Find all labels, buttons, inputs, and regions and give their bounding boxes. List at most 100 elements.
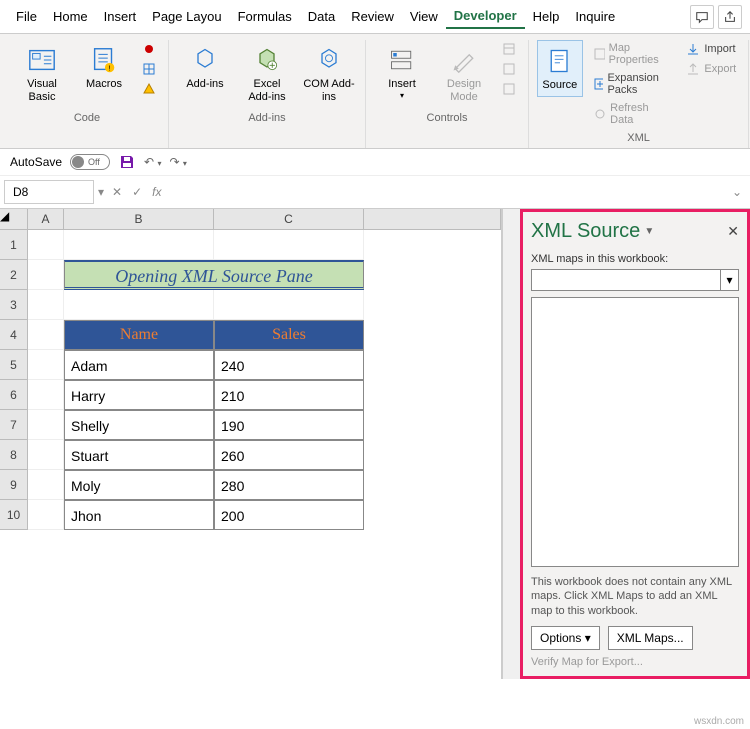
insert-control-button[interactable]: Insert▾ [374, 40, 430, 105]
refresh-data-button[interactable]: Refresh Data [589, 100, 677, 128]
pane-close-button[interactable]: ✕ [727, 223, 739, 240]
menu-review[interactable]: Review [343, 5, 402, 28]
redo-button[interactable]: ↷ ▾ [169, 155, 186, 169]
row-header[interactable]: 10 [0, 500, 28, 530]
properties-button[interactable] [498, 40, 520, 58]
row-headers: 1 2 3 4 5 6 7 8 9 10 [0, 230, 28, 530]
formula-bar[interactable] [170, 188, 724, 196]
row-header[interactable]: 7 [0, 410, 28, 440]
data-cell[interactable]: Shelly [64, 410, 214, 440]
visual-basic-label: Visual Basic [16, 78, 68, 104]
data-cell[interactable]: 280 [214, 470, 364, 500]
macro-security-button[interactable] [138, 80, 160, 98]
properties-icon [502, 42, 516, 56]
data-cell[interactable]: Moly [64, 470, 214, 500]
menu-inquire[interactable]: Inquire [567, 5, 623, 28]
header-sales[interactable]: Sales [214, 320, 364, 350]
share-button[interactable] [718, 5, 742, 29]
col-header-a[interactable]: A [28, 209, 64, 229]
menu-formulas[interactable]: Formulas [230, 5, 300, 28]
group-code: Visual Basic ! Macros Code [6, 40, 169, 148]
data-cell[interactable]: 190 [214, 410, 364, 440]
comments-button[interactable] [690, 5, 714, 29]
grid-icon [142, 62, 156, 76]
vertical-scrollbar[interactable] [502, 209, 520, 679]
expand-formula-button[interactable]: ⌄ [724, 185, 750, 199]
undo-button[interactable]: ↶ ▾ [144, 155, 161, 169]
design-mode-label: Design Mode [438, 78, 490, 104]
map-props-icon [593, 47, 605, 61]
xml-tree-list[interactable] [531, 297, 739, 567]
menu-home[interactable]: Home [45, 5, 96, 28]
title-cell[interactable]: Opening XML Source Pane [64, 260, 364, 290]
design-mode-button[interactable]: Design Mode [436, 40, 492, 108]
quick-access-toolbar: AutoSave Off ↶ ▾ ↷ ▾ [0, 149, 750, 176]
select-all-corner[interactable]: ◢ [0, 209, 28, 229]
view-code-button[interactable] [498, 60, 520, 78]
menu-view[interactable]: View [402, 5, 446, 28]
data-cell[interactable]: 240 [214, 350, 364, 380]
cells-grid[interactable]: Opening XML Source Pane NameSales Adam24… [28, 230, 501, 530]
export-button[interactable]: Export [682, 60, 740, 78]
autosave-toggle[interactable]: Off [70, 154, 110, 170]
excel-addins-button[interactable]: Excel Add-ins [239, 40, 295, 108]
enter-formula-button[interactable]: ✓ [132, 185, 142, 199]
data-cell[interactable]: Stuart [64, 440, 214, 470]
macros-icon: ! [89, 45, 119, 75]
pane-title: XML Source ▼ ✕ [531, 220, 739, 243]
options-button[interactable]: Options ▾ [531, 626, 600, 650]
svg-text:!: ! [109, 63, 111, 72]
row-header[interactable]: 4 [0, 320, 28, 350]
menu-help[interactable]: Help [525, 5, 568, 28]
col-header-b[interactable]: B [64, 209, 214, 229]
data-cell[interactable]: Adam [64, 350, 214, 380]
ribbon: Visual Basic ! Macros Code Add-ins Excel… [0, 34, 750, 149]
com-addins-button[interactable]: COM Add-ins [301, 40, 357, 108]
cancel-formula-button[interactable]: ✕ [112, 185, 122, 199]
xml-maps-select[interactable]: ▾ [531, 269, 739, 291]
col-header-rest[interactable] [364, 209, 501, 229]
import-button[interactable]: Import [682, 40, 740, 58]
macros-button[interactable]: ! Macros [76, 40, 132, 95]
group-xml-label: XML [537, 128, 740, 148]
menu-file[interactable]: File [8, 5, 45, 28]
insert-control-label: Insert [388, 78, 416, 91]
row-header[interactable]: 1 [0, 230, 28, 260]
pane-menu-button[interactable]: ▼ [644, 226, 654, 237]
row-header[interactable]: 5 [0, 350, 28, 380]
name-box[interactable]: D8 [4, 180, 94, 204]
data-cell[interactable]: 200 [214, 500, 364, 530]
col-header-c[interactable]: C [214, 209, 364, 229]
data-cell[interactable]: Harry [64, 380, 214, 410]
row-header[interactable]: 8 [0, 440, 28, 470]
record-macro-button[interactable] [138, 40, 160, 58]
menu-data[interactable]: Data [300, 5, 343, 28]
data-cell[interactable]: 260 [214, 440, 364, 470]
relative-ref-button[interactable] [138, 60, 160, 78]
map-properties-button[interactable]: Map Properties [589, 40, 677, 68]
data-cell[interactable]: Jhon [64, 500, 214, 530]
xml-maps-button[interactable]: XML Maps... [608, 626, 693, 650]
row-header[interactable]: 3 [0, 290, 28, 320]
row-header[interactable]: 9 [0, 470, 28, 500]
fx-button[interactable]: fx [152, 185, 161, 199]
chevron-down-icon[interactable]: ▾ [720, 270, 738, 290]
addins-button[interactable]: Add-ins [177, 40, 233, 95]
source-button[interactable]: Source [537, 40, 583, 97]
save-button[interactable] [118, 153, 136, 171]
menu-developer[interactable]: Developer [446, 4, 525, 29]
menu-insert[interactable]: Insert [96, 5, 145, 28]
source-icon [546, 47, 574, 75]
row-header[interactable]: 2 [0, 260, 28, 290]
row-header[interactable]: 6 [0, 380, 28, 410]
com-addins-label: COM Add-ins [303, 78, 355, 104]
group-addins: Add-ins Excel Add-ins COM Add-ins Add-in… [169, 40, 366, 148]
header-name[interactable]: Name [64, 320, 214, 350]
expansion-packs-button[interactable]: Expansion Packs [589, 70, 677, 98]
menu-pagelayout[interactable]: Page Layou [144, 5, 229, 28]
data-cell[interactable]: 210 [214, 380, 364, 410]
share-icon [723, 10, 737, 24]
excel-addins-label: Excel Add-ins [241, 78, 293, 104]
visual-basic-button[interactable]: Visual Basic [14, 40, 70, 108]
run-dialog-button[interactable] [498, 80, 520, 98]
